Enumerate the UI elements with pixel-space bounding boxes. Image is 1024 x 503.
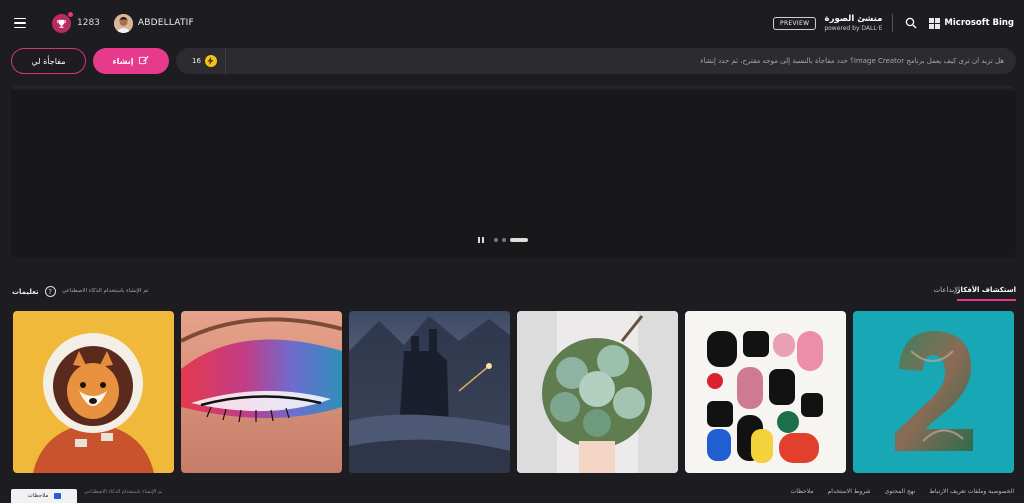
powered-by: powered by DALL·E: [824, 25, 883, 32]
app-title-block[interactable]: منشئ الصورة powered by DALL·E: [824, 14, 882, 32]
tab-creations[interactable]: الإبداعات: [934, 286, 960, 294]
gallery-tile-eye-makeup[interactable]: [181, 311, 342, 473]
surprise-me-button[interactable]: مفاجأة لي: [11, 48, 86, 74]
gallery-tile-number-two[interactable]: [853, 311, 1014, 473]
section-tabs: تعليمات ? تم الإنشاء باستخدام الذكاء الا…: [0, 282, 1024, 304]
bolt-icon: [204, 55, 217, 67]
brand-label[interactable]: Microsoft Bing: [944, 18, 1014, 28]
hamburger-icon[interactable]: [14, 11, 38, 35]
footer-link-privacy[interactable]: الخصوصية وملفات تعريف الارتباط: [929, 488, 1014, 495]
help-block[interactable]: تعليمات ?: [12, 286, 56, 297]
create-button[interactable]: إنشاء: [93, 48, 169, 74]
boost-count: 16: [192, 57, 201, 65]
carousel-dot[interactable]: [502, 238, 506, 242]
gallery-tile-astronaut-dog[interactable]: [13, 311, 174, 473]
pause-icon[interactable]: [478, 237, 484, 243]
profile[interactable]: ABDELLATIF: [113, 13, 194, 33]
create-icon: [138, 55, 149, 68]
feedback-icon: [53, 493, 61, 499]
trophy-icon: [52, 10, 74, 33]
footer-link-terms[interactable]: شروط الاستخدام: [828, 488, 871, 495]
footer-links: الخصوصية وملفات تعريف الارتباط نهج المحت…: [791, 488, 1014, 495]
footer: الخصوصية وملفات تعريف الارتباط نهج المحت…: [0, 484, 1024, 503]
username: ABDELLATIF: [137, 18, 194, 28]
footer-ai-note: تم الإنشاء باستخدام الذكاء الاصطناعي: [84, 489, 163, 495]
gallery-tile-dark-castle[interactable]: [349, 311, 510, 473]
feedback-button[interactable]: ملاحظات: [11, 489, 77, 503]
ai-generated-note: تم الإنشاء باستخدام الذكاء الاصطناعي: [62, 288, 149, 294]
hero-carousel[interactable]: [11, 86, 1016, 258]
app-title: منشئ الصورة: [824, 14, 883, 24]
help-icon[interactable]: ?: [44, 286, 56, 297]
prompt-bar: 16: [176, 48, 1016, 74]
preview-badge: PREVIEW: [773, 16, 817, 30]
create-button-label: إنشاء: [112, 56, 134, 66]
gallery-tile-succulent-bouquet[interactable]: [517, 311, 678, 473]
top-bar: 1283 ABDELLATIF PREVIEW منشئ الصورة powe…: [0, 0, 1024, 46]
footer-link-feedback[interactable]: ملاحظات: [791, 488, 814, 495]
rewards-badge[interactable]: 1283: [52, 10, 100, 33]
search-icon[interactable]: [903, 15, 919, 31]
gallery: [13, 311, 1014, 473]
carousel-controls: [478, 237, 528, 243]
reward-count: 1283: [77, 18, 100, 28]
carousel-dot[interactable]: [494, 238, 498, 242]
carousel-dot-active[interactable]: [510, 238, 528, 242]
top-bar-left: 1283 ABDELLATIF: [10, 10, 194, 35]
avatar: [113, 13, 133, 33]
footer-link-content-policy[interactable]: نهج المحتوى: [885, 488, 916, 495]
tab-explore-ideas[interactable]: استكشاف الأفكار: [956, 286, 1016, 301]
feedback-label: ملاحظات: [27, 493, 49, 499]
prompt-input[interactable]: [225, 48, 1016, 74]
help-label: تعليمات: [12, 287, 39, 296]
top-bar-right: PREVIEW منشئ الصورة powered by DALL·E Mi…: [773, 14, 1014, 32]
divider: [892, 14, 894, 32]
boost-counter[interactable]: 16: [176, 48, 226, 74]
gallery-tile-abstract-shapes[interactable]: [685, 311, 846, 473]
microsoft-logo-icon: [929, 17, 941, 29]
